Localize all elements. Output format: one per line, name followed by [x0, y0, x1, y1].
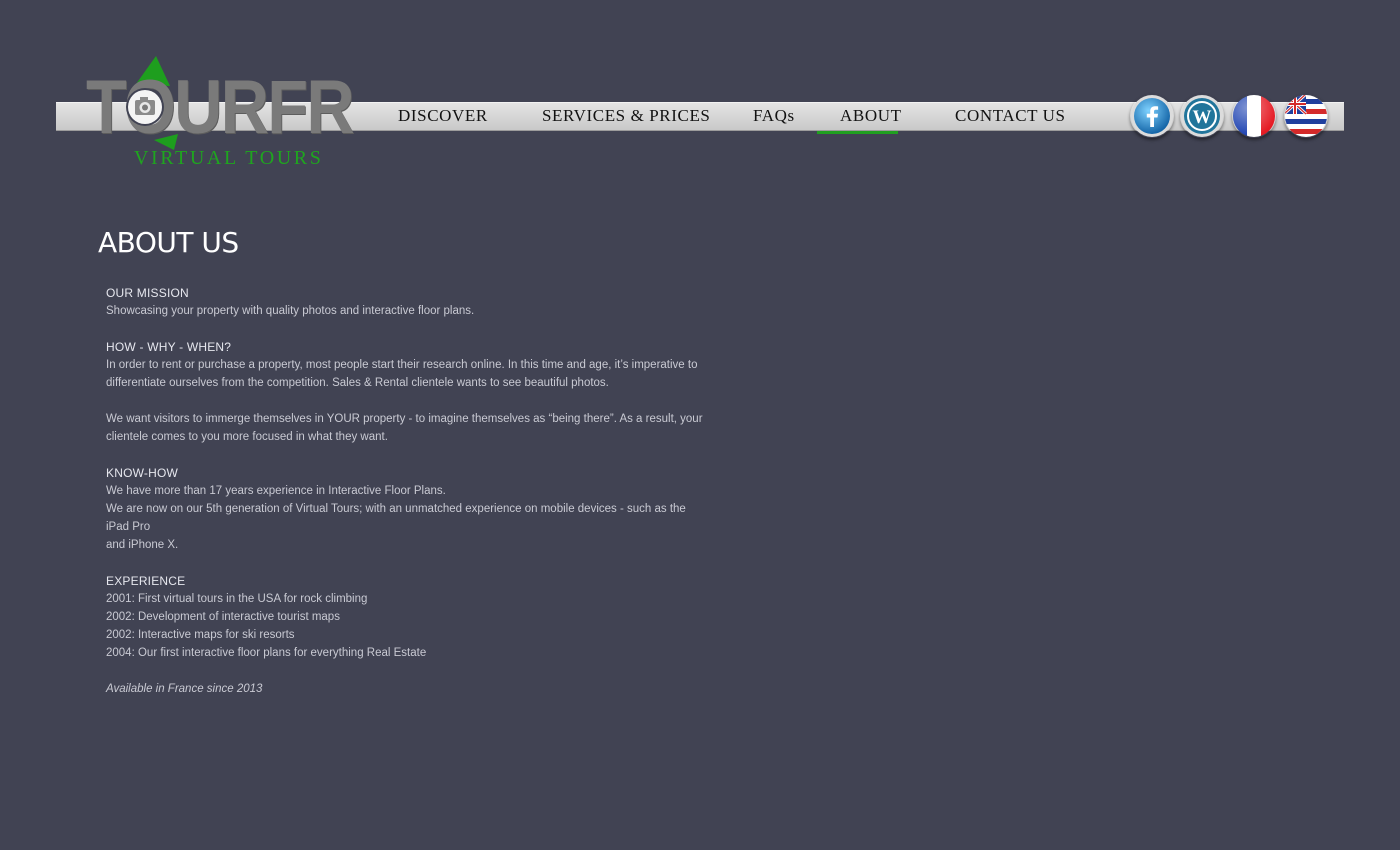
- section-heading-how-why-when: HOW - WHY - WHEN?: [106, 340, 232, 354]
- svg-text:W: W: [1193, 107, 1212, 128]
- experience-item: 2004: Our first interactive floor plans …: [106, 647, 427, 659]
- experience-item: 2002: Development of interactive tourist…: [106, 611, 340, 623]
- hawaii-flag-icon[interactable]: [1284, 94, 1328, 138]
- availability-note: Available in France since 2013: [106, 683, 263, 695]
- nav-discover[interactable]: DISCOVER: [398, 104, 488, 128]
- experience-item: 2002: Interactive maps for ski resorts: [106, 629, 295, 641]
- about-content: OUR MISSION Showcasing your property wit…: [106, 284, 706, 698]
- nav-active-indicator: [817, 131, 898, 134]
- wordpress-icon[interactable]: W: [1180, 94, 1224, 138]
- section-heading-experience: EXPERIENCE: [106, 574, 186, 588]
- page-title: ABOUT US: [98, 226, 239, 259]
- know-how-text-line: and iPhone X.: [106, 539, 179, 551]
- section-heading-mission: OUR MISSION: [106, 286, 189, 300]
- know-how-text-line: We have more than 17 years experience in…: [106, 485, 446, 497]
- nav-services-prices[interactable]: SERVICES & PRICES: [542, 104, 711, 128]
- nav-about[interactable]: ABOUT: [840, 104, 902, 128]
- experience-item: 2001: First virtual tours in the USA for…: [106, 593, 368, 605]
- how-why-when-text-line: differentiate ourselves from the competi…: [106, 377, 609, 389]
- section-heading-know-how: KNOW-HOW: [106, 466, 179, 480]
- site-header: TOURFR VIRTUAL TOURS DISCOVER SERVICES &…: [0, 0, 1400, 190]
- nav-faqs[interactable]: FAQs: [753, 104, 795, 128]
- mission-text: Showcasing your property with quality ph…: [106, 305, 475, 317]
- nav-contact-us[interactable]: CONTACT US: [955, 104, 1066, 128]
- facebook-icon[interactable]: [1130, 94, 1174, 138]
- how-why-when-text-line: We want visitors to immerge themselves i…: [106, 413, 703, 425]
- logo-subtitle: VIRTUAL TOURS: [134, 147, 324, 169]
- how-why-when-text-line: clientele comes to you more focused in w…: [106, 431, 388, 443]
- camera-icon: [126, 88, 164, 126]
- site-logo[interactable]: TOURFR VIRTUAL TOURS: [80, 50, 355, 175]
- know-how-text-line: We are now on our 5th generation of Virt…: [106, 503, 686, 533]
- how-why-when-text-line: In order to rent or purchase a property,…: [106, 359, 698, 371]
- france-flag-icon[interactable]: [1232, 94, 1276, 138]
